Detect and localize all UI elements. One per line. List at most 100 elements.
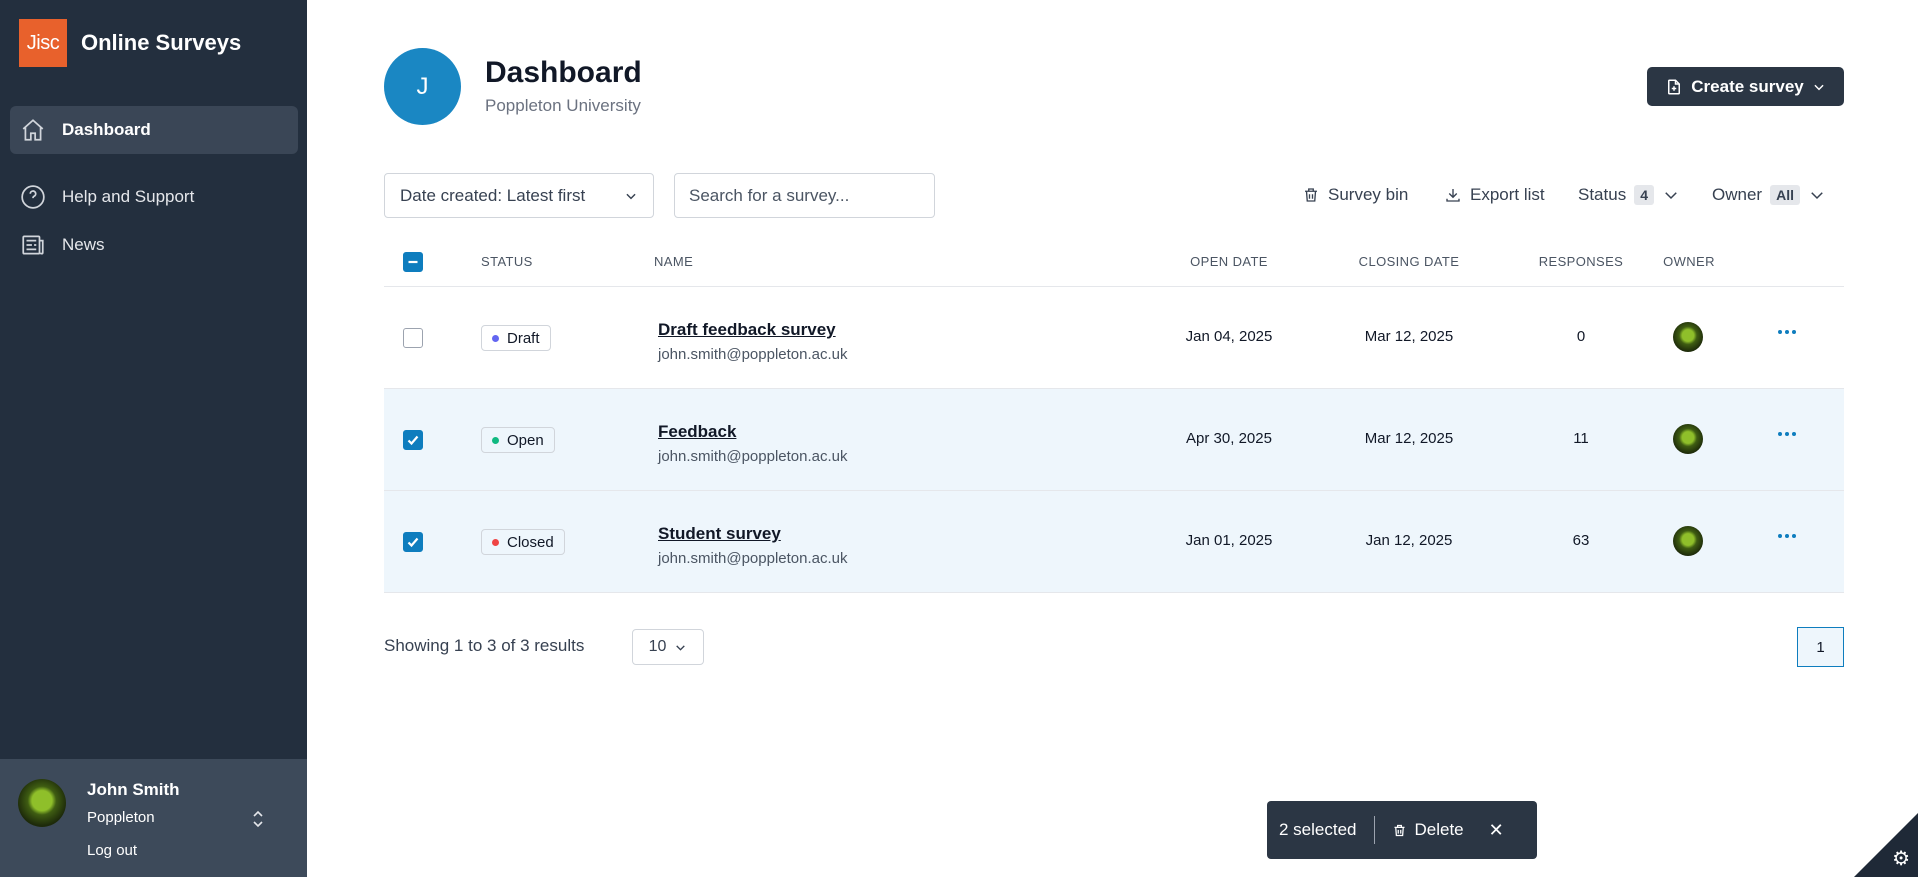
sort-value: Date created: Latest first <box>400 185 586 205</box>
survey-bin-button[interactable]: Survey bin <box>1302 178 1408 212</box>
selection-bar: 2 selected Delete ✕ <box>1267 801 1537 859</box>
download-icon <box>1446 189 1460 202</box>
row-checkbox[interactable] <box>403 532 423 552</box>
open-date: Apr 30, 2025 <box>1186 430 1272 447</box>
row-checkbox[interactable] <box>403 430 423 450</box>
chevron-up-down-icon[interactable] <box>248 807 268 831</box>
closing-date: Mar 12, 2025 <box>1364 328 1454 345</box>
th-status[interactable]: STATUS <box>481 254 533 269</box>
gear-icon[interactable]: ⚙ <box>1892 846 1910 871</box>
select-all-checkbox[interactable] <box>403 252 423 272</box>
user-name: John Smith <box>87 780 180 799</box>
chevron-down-icon <box>1665 192 1677 200</box>
export-list-button[interactable]: Export list <box>1444 178 1545 212</box>
delete-selected-button[interactable]: Delete <box>1392 820 1464 840</box>
avatar <box>18 779 66 827</box>
responses-count: 63 <box>1572 532 1590 549</box>
results-summary: Showing 1 to 3 of 3 results <box>384 636 585 655</box>
per-page-select[interactable]: 10 <box>632 629 704 665</box>
owner-avatar <box>1673 526 1703 556</box>
closing-date: Jan 12, 2025 <box>1365 532 1453 549</box>
status-filter-label: Status <box>1578 185 1627 204</box>
chevron-down-icon <box>1814 84 1824 90</box>
status-badge: Closed <box>481 529 565 555</box>
jisc-logo: Jisc <box>19 19 67 67</box>
sort-select[interactable]: Date created: Latest first <box>384 173 654 218</box>
chevron-down-icon <box>676 644 686 651</box>
file-plus-icon <box>1668 79 1681 94</box>
status-badge: Open <box>481 427 555 453</box>
closing-date: Mar 12, 2025 <box>1364 430 1454 447</box>
selection-count: 2 selected <box>1279 820 1357 839</box>
row-actions-button[interactable] <box>1778 326 1802 338</box>
survey-table: STATUS NAME OPEN DATE CLOSING DATE RESPO… <box>384 240 1844 593</box>
trash-icon <box>1305 188 1317 202</box>
th-name[interactable]: NAME <box>654 254 693 269</box>
responses-count: 0 <box>1576 328 1586 345</box>
survey-owner-email: john.smith@poppleton.ac.uk <box>658 550 848 567</box>
logout-link[interactable]: Log out <box>87 842 137 859</box>
chevron-down-icon <box>1811 192 1823 200</box>
survey-owner-email: john.smith@poppleton.ac.uk <box>658 346 848 363</box>
th-owner[interactable]: OWNER <box>1639 254 1739 269</box>
brand[interactable]: Jisc Online Surveys <box>19 19 241 67</box>
check-icon <box>407 537 419 548</box>
newspaper-icon <box>22 235 44 255</box>
status-filter[interactable]: Status 4 <box>1578 178 1680 212</box>
survey-owner-email: john.smith@poppleton.ac.uk <box>658 448 848 465</box>
survey-name-link[interactable]: Feedback <box>658 422 736 442</box>
owner-filter-label: Owner <box>1712 185 1763 204</box>
survey-name-link[interactable]: Student survey <box>658 524 781 544</box>
sidebar-item-label: Dashboard <box>62 120 151 139</box>
user-panel: John Smith Poppleton Log out <box>0 759 307 877</box>
divider <box>1373 816 1375 844</box>
owner-value-badge: All <box>1770 185 1800 205</box>
user-org: Poppleton <box>87 809 155 826</box>
table-row[interactable]: Closed Student survey john.smith@popplet… <box>384 491 1844 593</box>
search-input[interactable] <box>674 173 935 218</box>
status-dot <box>492 538 499 546</box>
main-content: J Dashboard Poppleton University Create … <box>307 0 1918 877</box>
open-date: Jan 04, 2025 <box>1185 328 1273 345</box>
th-closing-date[interactable]: CLOSING DATE <box>1344 254 1474 269</box>
per-page-value: 10 <box>648 638 667 655</box>
sidebar-item-dashboard[interactable]: Dashboard <box>10 106 298 154</box>
th-open-date[interactable]: OPEN DATE <box>1164 254 1294 269</box>
status-text: Open <box>507 431 544 449</box>
status-text: Closed <box>507 533 554 551</box>
responses-count: 11 <box>1573 430 1589 447</box>
home-icon <box>22 119 44 141</box>
th-responses[interactable]: RESPONSES <box>1516 254 1646 269</box>
sidebar-item-label: News <box>62 235 105 254</box>
sidebar-item-help[interactable]: Help and Support <box>10 173 298 221</box>
table-row[interactable]: Open Feedback john.smith@poppleton.ac.uk… <box>384 389 1844 491</box>
trash-icon <box>1394 824 1404 836</box>
sidebar-item-label: Help and Support <box>62 187 195 206</box>
app-title: Online Surveys <box>81 30 242 55</box>
row-actions-button[interactable] <box>1778 530 1802 542</box>
page-subtitle: Poppleton University <box>485 96 641 115</box>
survey-name-link[interactable]: Draft feedback survey <box>658 320 836 340</box>
sidebar-item-news[interactable]: News <box>10 221 298 269</box>
status-count-badge: 4 <box>1634 185 1654 205</box>
delete-label: Delete <box>1414 820 1464 839</box>
help-circle-icon <box>21 185 45 209</box>
status-badge: Draft <box>481 325 551 351</box>
row-checkbox[interactable] <box>403 328 423 348</box>
close-icon[interactable]: ✕ <box>1489 820 1504 841</box>
owner-filter[interactable]: Owner All <box>1712 178 1826 212</box>
check-icon <box>407 435 419 446</box>
minus-icon <box>408 260 418 264</box>
page-title: Dashboard <box>485 56 642 89</box>
create-survey-label: Create survey <box>1691 76 1804 96</box>
export-list-label: Export list <box>1470 185 1545 204</box>
org-avatar: J <box>384 48 461 125</box>
table-row[interactable]: Draft Draft feedback survey john.smith@p… <box>384 287 1844 389</box>
create-survey-button[interactable]: Create survey <box>1647 67 1844 106</box>
page-button-1[interactable]: 1 <box>1797 627 1844 667</box>
table-header: STATUS NAME OPEN DATE CLOSING DATE RESPO… <box>384 240 1844 287</box>
status-dot <box>492 334 499 342</box>
sidebar: Jisc Online Surveys Dashboard Help and S… <box>0 0 307 877</box>
chevron-down-icon <box>626 193 636 199</box>
row-actions-button[interactable] <box>1778 428 1802 440</box>
